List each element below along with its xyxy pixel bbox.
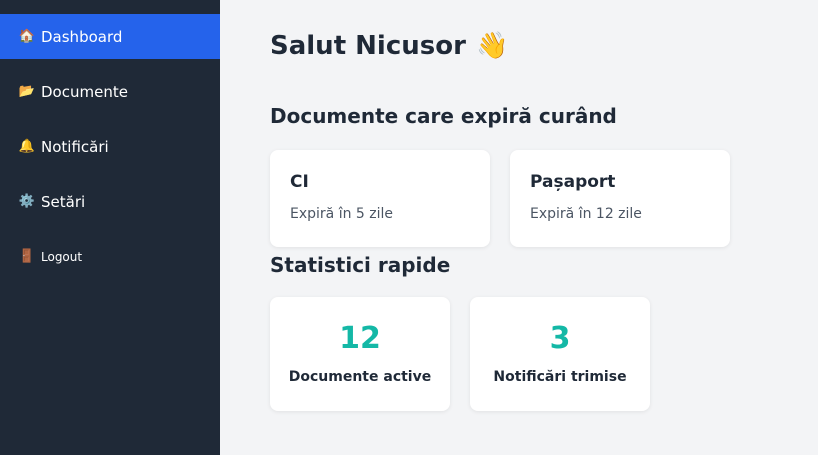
sidebar: 🏠 Dashboard 📂 Documente 🔔 Notificări ⚙️ … xyxy=(0,0,220,455)
folder-icon: 📂 xyxy=(18,84,36,99)
sidebar-item-logout[interactable]: 🚪 Logout xyxy=(0,234,220,279)
document-title: Pașaport xyxy=(530,172,616,192)
stat-value: 12 xyxy=(339,321,381,356)
sidebar-item-label: Logout xyxy=(41,249,83,264)
document-card-ci[interactable]: CI Expiră în 5 zile xyxy=(270,150,490,247)
main-content: Salut Nicusor 👋 Documente care expiră cu… xyxy=(220,0,818,455)
page-title: Salut Nicusor 👋 xyxy=(270,28,818,64)
sidebar-item-label: Setări xyxy=(41,192,86,211)
document-card-pasaport[interactable]: Pașaport Expiră în 12 zile xyxy=(510,150,730,247)
stat-card-notifications-sent: 3 Notificări trimise xyxy=(470,297,650,411)
document-expiry: Expiră în 5 zile xyxy=(290,206,394,222)
expiring-documents-title: Documente care expiră curând xyxy=(270,104,617,128)
sidebar-item-label: Documente xyxy=(41,82,128,101)
sidebar-item-label: Dashboard xyxy=(41,27,123,46)
sidebar-item-setari[interactable]: ⚙️ Setări xyxy=(0,179,220,224)
document-title: CI xyxy=(290,172,309,192)
stat-label: Documente active xyxy=(288,369,432,385)
document-expiry: Expiră în 12 zile xyxy=(530,206,642,222)
sidebar-item-dashboard[interactable]: 🏠 Dashboard xyxy=(0,14,220,59)
home-icon: 🏠 xyxy=(18,29,36,44)
stat-card-active-documents: 12 Documente active xyxy=(270,297,450,411)
quick-stats-title: Statistici rapide xyxy=(270,253,451,277)
quick-stats-list: 12 Documente active 3 Notificări trimise xyxy=(270,297,818,411)
stat-label: Notificări trimise xyxy=(493,369,627,385)
greeting-text: Salut Nicusor xyxy=(270,31,466,61)
sidebar-item-label: Notificări xyxy=(41,137,109,156)
sidebar-item-notificari[interactable]: 🔔 Notificări xyxy=(0,124,220,169)
bell-icon: 🔔 xyxy=(18,139,36,154)
gear-icon: ⚙️ xyxy=(18,194,36,209)
door-icon: 🚪 xyxy=(18,249,36,264)
expiring-documents-list: CI Expiră în 5 zile Pașaport Expiră în 1… xyxy=(270,150,818,247)
sidebar-item-documente[interactable]: 📂 Documente xyxy=(0,69,220,114)
waving-hand-icon: 👋 xyxy=(475,31,509,61)
stat-value: 3 xyxy=(549,321,571,356)
